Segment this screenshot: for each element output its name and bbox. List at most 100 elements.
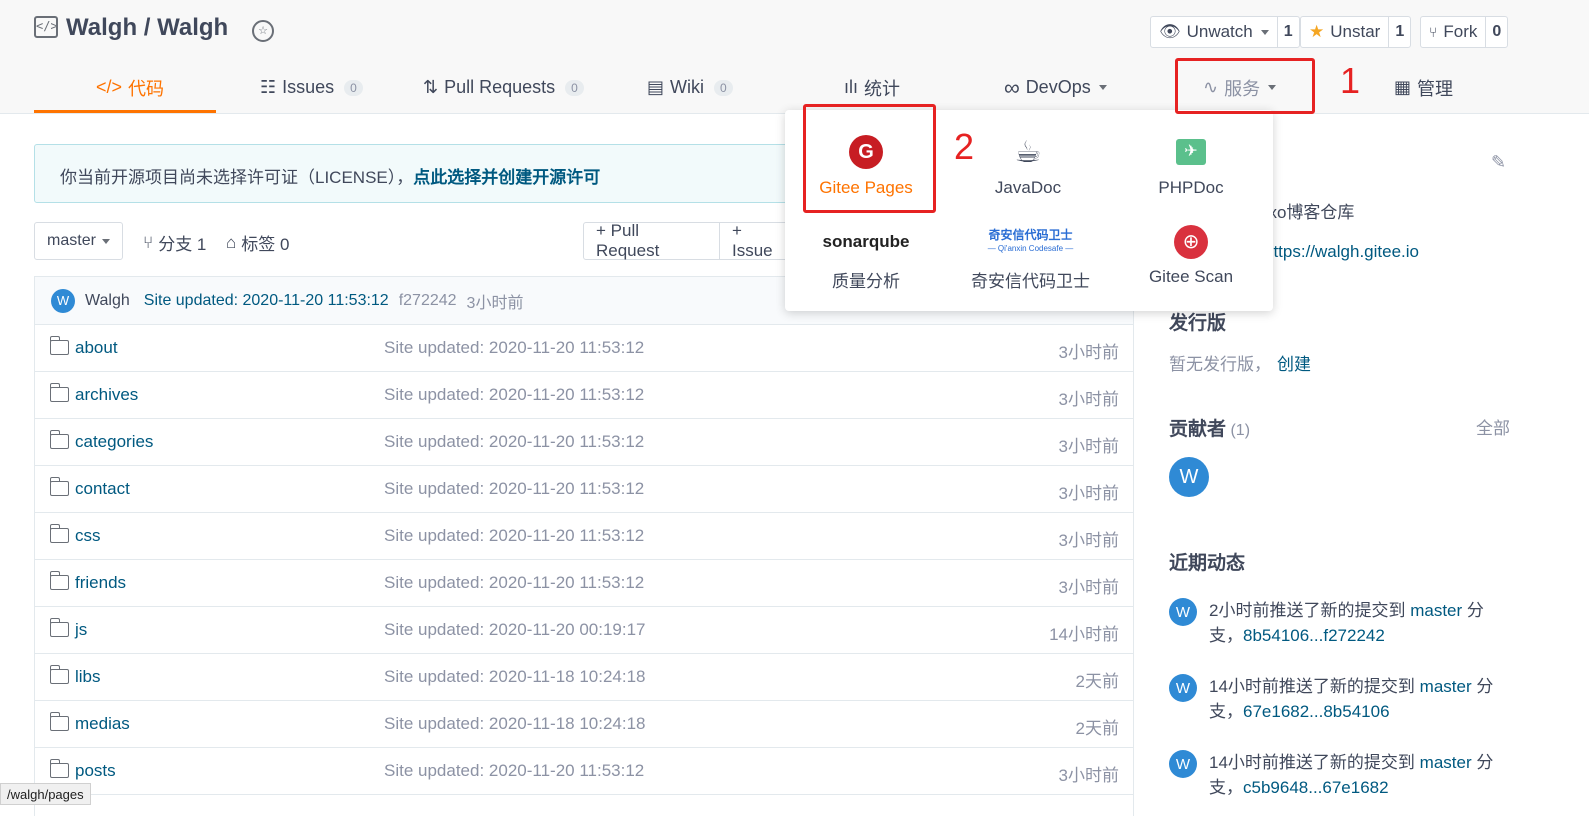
table-row[interactable]: archives Site updated: 2020-11-20 11:53:1…: [35, 372, 1133, 419]
tab-label: 代码: [128, 78, 165, 99]
branch-selector[interactable]: master: [34, 222, 123, 260]
repo-homepage-link[interactable]: https://walgh.gitee.io: [1264, 242, 1419, 262]
tab-devops[interactable]: ∞ DevOps: [1004, 62, 1107, 113]
wiki-icon: ▤: [647, 77, 665, 97]
avatar[interactable]: W: [1169, 598, 1197, 626]
edit-icon[interactable]: ✎: [1491, 152, 1506, 173]
qianxin-item[interactable]: 奇安信代码卫士 — Qi'anxin Codesafe — 奇安信代码卫士: [963, 222, 1098, 292]
tags-link[interactable]: ⌂ 标签 0: [226, 230, 289, 255]
new-issue-button[interactable]: + Issue: [719, 221, 789, 260]
file-table: W Walgh Site updated: 2020-11-20 11:53:1…: [34, 276, 1134, 816]
commit-author[interactable]: Walgh: [85, 292, 130, 310]
folder-icon: [49, 336, 69, 355]
fork-button[interactable]: ⑂ Fork: [1421, 17, 1485, 47]
folder-icon: [49, 712, 69, 731]
activity-text: 14小时前推送了新的提交到: [1209, 753, 1415, 772]
new-pull-request-button[interactable]: + Pull Request: [583, 221, 720, 260]
repo-title[interactable]: Walgh / Walgh: [66, 14, 228, 42]
file-name[interactable]: about: [75, 338, 118, 358]
commit-message[interactable]: Site updated: 2020-11-20 11:53:12: [144, 292, 389, 310]
file-commit-message[interactable]: Site updated: 2020-11-20 11:53:12: [384, 432, 644, 452]
table-row[interactable]: libs Site updated: 2020-11-18 10:24:18 2天前: [35, 654, 1133, 701]
activity-commit-range[interactable]: 8b54106...f272242: [1243, 626, 1385, 645]
file-commit-message[interactable]: Site updated: 2020-11-20 00:19:17: [384, 620, 646, 640]
file-commit-message[interactable]: Site updated: 2020-11-20 11:53:12: [384, 338, 644, 358]
tab-code[interactable]: </> 代码: [96, 62, 164, 113]
file-name[interactable]: friends: [75, 573, 126, 593]
table-row[interactable]: categories Site updated: 2020-11-20 11:53…: [35, 419, 1133, 466]
file-name[interactable]: archives: [75, 385, 138, 405]
file-time: 3小时前: [1058, 437, 1119, 456]
file-name[interactable]: medias: [75, 714, 130, 734]
javadoc-item[interactable]: ☕ JavaDoc: [963, 132, 1093, 198]
file-name[interactable]: posts: [75, 761, 116, 781]
activity-branch-link[interactable]: master: [1420, 677, 1472, 696]
unstar-group[interactable]: ★ Unstar 1: [1300, 16, 1412, 48]
table-row[interactable]: medias Site updated: 2020-11-18 10:24:18 2…: [35, 701, 1133, 748]
annotation-number-1: 1: [1340, 60, 1361, 101]
phpdoc-item[interactable]: ✈ PHPDoc: [1126, 132, 1256, 198]
file-time: 2天前: [1075, 719, 1119, 738]
create-release-link[interactable]: 创建: [1277, 355, 1311, 374]
folder-icon: [49, 430, 69, 449]
file-commit-message[interactable]: Site updated: 2020-11-20 11:53:12: [384, 479, 644, 499]
pr-icon: ⇅: [423, 77, 439, 97]
tab-wiki[interactable]: ▤ Wiki 0: [647, 62, 733, 113]
activity-list: W 2小时前推送了新的提交到 master 分支，8b54106...f27224…: [1169, 598, 1514, 826]
star-count[interactable]: 1: [1388, 17, 1410, 47]
fork-count[interactable]: 0: [1485, 17, 1507, 47]
file-name[interactable]: libs: [75, 667, 101, 687]
file-name[interactable]: contact: [75, 479, 130, 499]
gitee-scan-item[interactable]: ⊕ Gitee Scan: [1126, 222, 1256, 287]
fork-icon: ⑂: [1429, 24, 1438, 40]
star-icon: ★: [1309, 22, 1325, 41]
file-time: 14小时前: [1049, 625, 1119, 644]
sonarqube-item[interactable]: sonarqube 质量分析: [801, 222, 931, 292]
contributor-avatar[interactable]: W: [1169, 457, 1209, 497]
table-row[interactable]: about Site updated: 2020-11-20 11:53:12 3小…: [35, 325, 1133, 372]
dropdown-label: 质量分析: [832, 272, 900, 291]
tab-issues[interactable]: ☷ Issues 0: [260, 62, 363, 113]
branches-link[interactable]: ⑂ 分支 1: [143, 230, 206, 255]
avatar[interactable]: W: [51, 288, 75, 313]
branches-count: 分支 1: [158, 235, 207, 254]
commit-hash[interactable]: f272242: [399, 292, 457, 310]
table-row[interactable]: friends Site updated: 2020-11-20 11:53:12…: [35, 560, 1133, 607]
file-commit-message[interactable]: Site updated: 2020-11-20 11:53:12: [384, 761, 644, 781]
unwatch-group[interactable]: 👁 Unwatch 1: [1150, 16, 1300, 48]
license-create-link[interactable]: 点此选择并创建开源许可: [413, 168, 600, 187]
activity-branch-link[interactable]: master: [1420, 753, 1472, 772]
activity-commit-range[interactable]: c5b9648...67e1682: [1243, 778, 1389, 797]
avatar[interactable]: W: [1169, 750, 1197, 778]
contributors-all-link[interactable]: 全部: [1476, 414, 1510, 439]
file-name[interactable]: categories: [75, 432, 153, 452]
avatar[interactable]: W: [1169, 674, 1197, 702]
file-commit-message[interactable]: Site updated: 2020-11-18 10:24:18: [384, 667, 646, 687]
file-list: about Site updated: 2020-11-20 11:53:12 3小…: [35, 325, 1133, 795]
tab-manage[interactable]: ▦ 管理: [1394, 62, 1453, 113]
chevron-down-icon: [1260, 29, 1269, 35]
table-row[interactable]: posts Site updated: 2020-11-20 11:53:12 3小…: [35, 748, 1133, 795]
recommend-badge-icon[interactable]: ☆: [252, 20, 274, 42]
watch-count[interactable]: 1: [1276, 17, 1299, 47]
file-commit-message[interactable]: Site updated: 2020-11-20 11:53:12: [384, 385, 644, 405]
dropdown-label: PHPDoc: [1158, 178, 1224, 197]
fork-group[interactable]: ⑂ Fork 0: [1420, 16, 1509, 48]
file-time: 3小时前: [1058, 484, 1119, 503]
unstar-button[interactable]: ★ Unstar: [1301, 17, 1388, 47]
unwatch-button[interactable]: 👁 Unwatch: [1151, 17, 1277, 47]
table-row[interactable]: css Site updated: 2020-11-20 11:53:12 3小时前: [35, 513, 1133, 560]
file-commit-message[interactable]: Site updated: 2020-11-20 11:53:12: [384, 573, 644, 593]
activity-commit-range[interactable]: 67e1682...8b54106: [1243, 702, 1390, 721]
file-commit-message[interactable]: Site updated: 2020-11-18 10:24:18: [384, 714, 646, 734]
tab-pull-requests[interactable]: ⇅ Pull Requests 0: [423, 62, 584, 113]
file-commit-message[interactable]: Site updated: 2020-11-20 11:53:12: [384, 526, 644, 546]
activity-item: W 14小时前推送了新的提交到 master 分支，67e1682...8b541…: [1169, 674, 1514, 724]
file-name[interactable]: css: [75, 526, 101, 546]
activity-branch-link[interactable]: master: [1410, 601, 1462, 620]
table-row[interactable]: js Site updated: 2020-11-20 00:19:17 14小时前: [35, 607, 1133, 654]
table-row[interactable]: contact Site updated: 2020-11-20 11:53:12…: [35, 466, 1133, 513]
file-name[interactable]: js: [75, 620, 87, 640]
file-time: 2天前: [1075, 672, 1119, 691]
dropdown-label: Gitee Scan: [1148, 267, 1234, 286]
